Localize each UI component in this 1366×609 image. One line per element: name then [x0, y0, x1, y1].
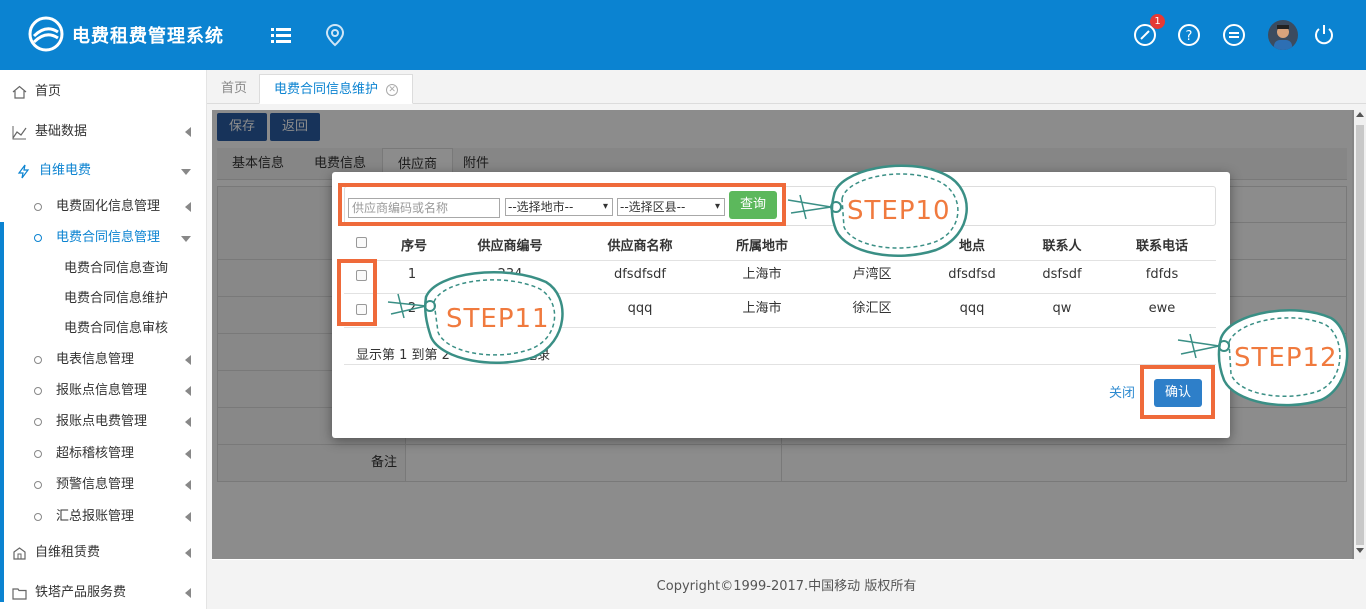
china-mobile-logo [28, 16, 64, 52]
bullet-icon [34, 513, 42, 521]
sidebar-item-label: 铁塔产品服务费 [35, 585, 127, 600]
sub-item-label: 报账点信息管理 [56, 383, 148, 398]
svg-text:?: ? [1186, 29, 1193, 44]
sub-item-label: 电表信息管理 [56, 352, 135, 367]
bullet-icon [34, 203, 42, 211]
top-bar: 电费租费管理系统 1 ? [0, 0, 1366, 70]
lightning-icon [17, 164, 30, 179]
user-avatar[interactable] [1268, 20, 1298, 50]
chevron-down-icon [181, 169, 191, 175]
sidebar-item-basic-data[interactable]: 基础数据 [0, 116, 207, 148]
column-header: 序号 [400, 239, 427, 254]
building-icon [13, 547, 26, 560]
chevron-left-icon [185, 449, 191, 459]
app-title: 电费租费管理系统 [72, 26, 224, 47]
footer-copyright: Copyright©1999-2017.中国移动 版权所有 [207, 565, 1366, 609]
line-chart-icon [12, 126, 27, 140]
chevron-left-icon [185, 127, 191, 137]
sidebar-item-self-electricity[interactable]: 自维电费 [0, 155, 207, 187]
column-header: 联系人 [1042, 239, 1082, 254]
sidebar-item-tower[interactable]: 铁塔产品服务费 [0, 577, 207, 609]
chevron-down-icon [181, 236, 191, 242]
scrollbar-thumb[interactable] [1356, 125, 1364, 545]
cell-name: dfsdfsdf [613, 267, 667, 282]
bullet-icon [34, 234, 42, 242]
tab-contract-maintain[interactable]: 电费合同信息维护 ✕ [259, 74, 414, 104]
cell-contact: qw [1052, 301, 1072, 316]
sidebar-item-label: 自维电费 [39, 163, 92, 178]
bullet-icon [34, 481, 42, 489]
bullet-icon [34, 387, 42, 395]
page-tabs: 首页 电费合同信息维护 ✕ [207, 70, 1366, 104]
sidebar-contract-audit[interactable]: 电费合同信息审核 [64, 314, 168, 344]
sidebar-contract-query[interactable]: 电费合同信息查询 [64, 254, 168, 284]
location-pin-icon[interactable] [322, 22, 348, 48]
chevron-left-icon [185, 588, 191, 598]
sub-item-label: 电费固化信息管理 [56, 199, 161, 214]
chevron-left-icon [185, 202, 191, 212]
cell-city: 上海市 [742, 301, 782, 316]
tab-home[interactable]: 首页 [207, 74, 261, 104]
bullet-icon [34, 450, 42, 458]
sidebar-item-label: 首页 [35, 84, 62, 99]
cell-place: qqq [959, 301, 985, 316]
sidebar-sub-item-audit[interactable]: 超标稽核管理 [0, 439, 207, 469]
notification-badge: 1 [1150, 14, 1165, 29]
sub-item-label: 汇总报账管理 [56, 509, 135, 524]
step11-highlight [337, 259, 377, 326]
sidebar: 首页 基础数据 自维电费 电费固化信息管理 电费合同信息管理 电费合同信息查询 … [0, 70, 207, 609]
home-icon [12, 85, 27, 99]
step11-label: STEP11 [446, 304, 550, 334]
folder-icon [12, 588, 27, 600]
sidebar-sub-item-account-point[interactable]: 报账点信息管理 [0, 376, 207, 406]
close-button[interactable]: 关闭 [1109, 382, 1135, 401]
step12-label: STEP12 [1234, 343, 1338, 373]
chevron-left-icon [185, 386, 191, 396]
tab-label: 电费合同信息维护 [274, 82, 379, 97]
sidebar-contract-maintain[interactable]: 电费合同信息维护 [64, 284, 168, 314]
chevron-left-icon [185, 480, 191, 490]
column-header: 联系电话 [1135, 239, 1188, 254]
switch-icon[interactable] [1221, 22, 1247, 48]
sidebar-item-home[interactable]: 首页 [0, 76, 207, 108]
bullet-icon [34, 418, 42, 426]
step10-highlight [338, 183, 786, 226]
sidebar-sub-item-contract[interactable]: 电费合同信息管理 [0, 223, 207, 253]
sidebar-item-label: 自维租赁费 [35, 545, 101, 560]
scroll-up-icon[interactable] [1356, 112, 1364, 117]
sidebar-sub-item-meter[interactable]: 电表信息管理 [0, 345, 207, 375]
chevron-left-icon [185, 417, 191, 427]
column-header: 供应商名称 [607, 239, 673, 254]
sidebar-item-rent[interactable]: 自维租赁费 [0, 537, 207, 569]
sub-item-label: 电费合同信息管理 [56, 230, 161, 245]
power-icon[interactable] [1311, 22, 1337, 48]
bullet-icon [34, 356, 42, 364]
cell-phone: fdfds [1145, 267, 1179, 282]
select-all-checkbox[interactable] [356, 237, 367, 248]
chevron-left-icon [185, 512, 191, 522]
chevron-left-icon [185, 548, 191, 558]
sub-item-label: 超标稽核管理 [56, 446, 135, 461]
close-tab-icon[interactable]: ✕ [386, 83, 399, 96]
help-icon[interactable]: ? [1176, 22, 1202, 48]
sub-item-label: 预警信息管理 [56, 477, 135, 492]
cell-name: qqq [627, 301, 653, 316]
menu-list-icon[interactable] [268, 22, 294, 48]
column-header: 供应商编号 [477, 239, 543, 254]
cell-contact: dsfsdf [1042, 267, 1082, 282]
sub-item-label: 报账点电费管理 [56, 414, 148, 429]
cell-district: 徐汇区 [852, 301, 892, 316]
sidebar-item-label: 基础数据 [35, 124, 88, 139]
sidebar-sub-item-account-electricity[interactable]: 报账点电费管理 [0, 407, 207, 437]
step10-label: STEP10 [847, 196, 951, 226]
sidebar-sub-item-summary[interactable]: 汇总报账管理 [0, 502, 207, 532]
sidebar-sub-item-warning[interactable]: 预警信息管理 [0, 470, 207, 500]
sidebar-sub-item-solidified[interactable]: 电费固化信息管理 [0, 192, 207, 222]
scroll-down-icon[interactable] [1356, 548, 1364, 553]
chevron-left-icon [185, 355, 191, 365]
